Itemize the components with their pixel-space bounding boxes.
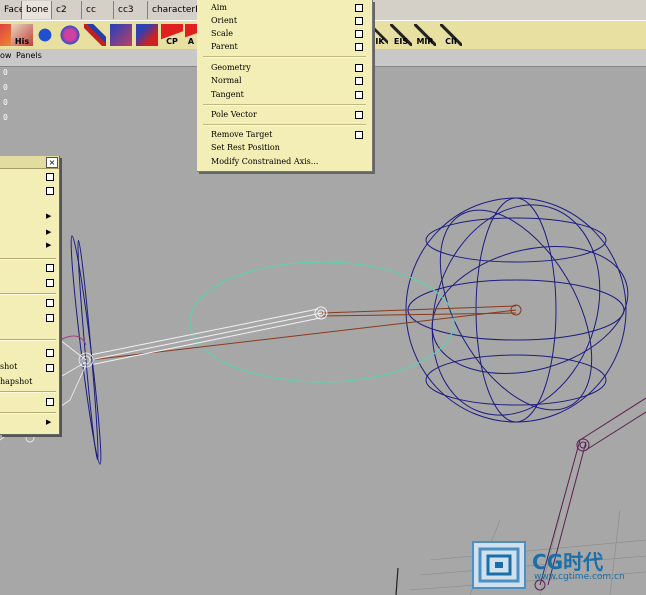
menu-item-tangent[interactable]: Tangent — [211, 88, 244, 101]
torn-off-menu-titlebar[interactable]: × — [0, 156, 59, 169]
shelf-tab[interactable]: bone — [22, 1, 52, 19]
option-box-icon[interactable] — [355, 17, 363, 25]
menu-separator — [203, 104, 366, 106]
constraint-point-icon[interactable]: CP — [161, 24, 183, 46]
hud-value: 0 — [3, 113, 8, 122]
watermark-brand: CG时代 — [532, 550, 604, 574]
submenu-arrow-icon: ▶ — [46, 418, 52, 426]
ik-key-icon[interactable]: IK — [372, 24, 388, 46]
menu-item-aim[interactable]: Aim — [211, 1, 227, 14]
torn-off-menu: × ▶ ▶ ▶ shot hapshot ▶ — [0, 156, 60, 435]
submenu-arrow-icon: ▶ — [46, 212, 52, 220]
mirror-key-icon[interactable]: MIR — [414, 24, 436, 46]
sphere-control[interactable] — [404, 181, 642, 439]
option-box-icon[interactable] — [46, 364, 54, 372]
option-box-icon[interactable] — [355, 111, 363, 119]
constraint-aim-icon[interactable]: A — [185, 24, 197, 46]
option-box-icon[interactable] — [355, 30, 363, 38]
option-box-icon[interactable] — [46, 314, 54, 322]
menu-separator — [0, 412, 56, 414]
component-editor-icon[interactable] — [110, 24, 132, 46]
hud-value: 0 — [3, 68, 8, 77]
magenta-curve — [59, 335, 87, 346]
option-box-icon[interactable] — [355, 4, 363, 12]
menu-item-modify-constrained-axis[interactable]: Modify Constrained Axis... — [211, 155, 318, 168]
menu-item-parent[interactable]: Parent — [211, 40, 238, 53]
paint-weights-icon[interactable] — [59, 24, 81, 46]
close-icon[interactable]: × — [46, 157, 58, 168]
hud-value: 0 — [3, 98, 8, 107]
menu-item-scale[interactable]: Scale — [211, 27, 233, 40]
option-box-icon[interactable] — [46, 187, 54, 195]
watermark-url: www.cgtime.com.cn — [534, 572, 625, 582]
menu-item-pole-vector[interactable]: Pole Vector — [211, 108, 257, 121]
shelf-tab[interactable]: Faces — [0, 1, 29, 19]
option-box-icon[interactable] — [355, 64, 363, 72]
show-menu[interactable]: ow — [0, 51, 11, 60]
menu-separator — [203, 56, 366, 58]
panels-menu[interactable]: Panels — [16, 51, 42, 60]
option-box-icon[interactable] — [355, 77, 363, 85]
menu-item-geometry[interactable]: Geometry — [211, 61, 251, 74]
option-box-icon[interactable] — [46, 173, 54, 181]
history-icon[interactable]: His — [11, 24, 33, 46]
paint-icon[interactable] — [136, 24, 158, 46]
option-box-icon[interactable] — [46, 398, 54, 406]
option-box-icon[interactable] — [46, 299, 54, 307]
eis-key-icon[interactable]: EIS — [390, 24, 412, 46]
menu-item-snapshot[interactable]: shot — [0, 362, 17, 371]
shelf-tab[interactable]: cc — [82, 1, 114, 19]
option-box-icon[interactable] — [355, 131, 363, 139]
menu-separator — [0, 293, 56, 295]
shelf-tab[interactable]: cc3 — [114, 1, 148, 19]
menu-item-remove-target[interactable]: Remove Target — [211, 128, 272, 141]
option-box-icon[interactable] — [46, 279, 54, 287]
submenu-arrow-icon: ▶ — [46, 241, 52, 249]
menu-item-normal[interactable]: Normal — [211, 74, 242, 87]
option-box-icon[interactable] — [46, 264, 54, 272]
menu-separator — [203, 124, 366, 126]
option-box-icon[interactable] — [355, 43, 363, 51]
cgtime-logo-icon — [472, 541, 526, 589]
ik-handle-icon[interactable] — [84, 24, 106, 46]
shelf-tab[interactable]: characterPos — [148, 1, 210, 19]
menu-item-snapshot-2[interactable]: hapshot — [0, 377, 32, 386]
option-box-icon[interactable] — [355, 91, 363, 99]
cii-key-icon[interactable]: CII — [440, 24, 462, 46]
constrain-menu: Aim Orient Scale Parent Geometry Normal … — [197, 0, 373, 172]
menu-item-set-rest-position[interactable]: Set Rest Position — [211, 141, 280, 154]
submenu-arrow-icon: ▶ — [46, 228, 52, 236]
option-box-icon[interactable] — [46, 349, 54, 357]
menu-separator — [0, 258, 56, 260]
menu-item-orient[interactable]: Orient — [211, 14, 237, 27]
menu-separator — [0, 339, 56, 341]
skin-bind-icon[interactable] — [34, 24, 56, 46]
menu-separator — [0, 391, 56, 393]
hud-value: 0 — [3, 83, 8, 92]
shelf-tab[interactable]: c2 — [52, 1, 82, 19]
